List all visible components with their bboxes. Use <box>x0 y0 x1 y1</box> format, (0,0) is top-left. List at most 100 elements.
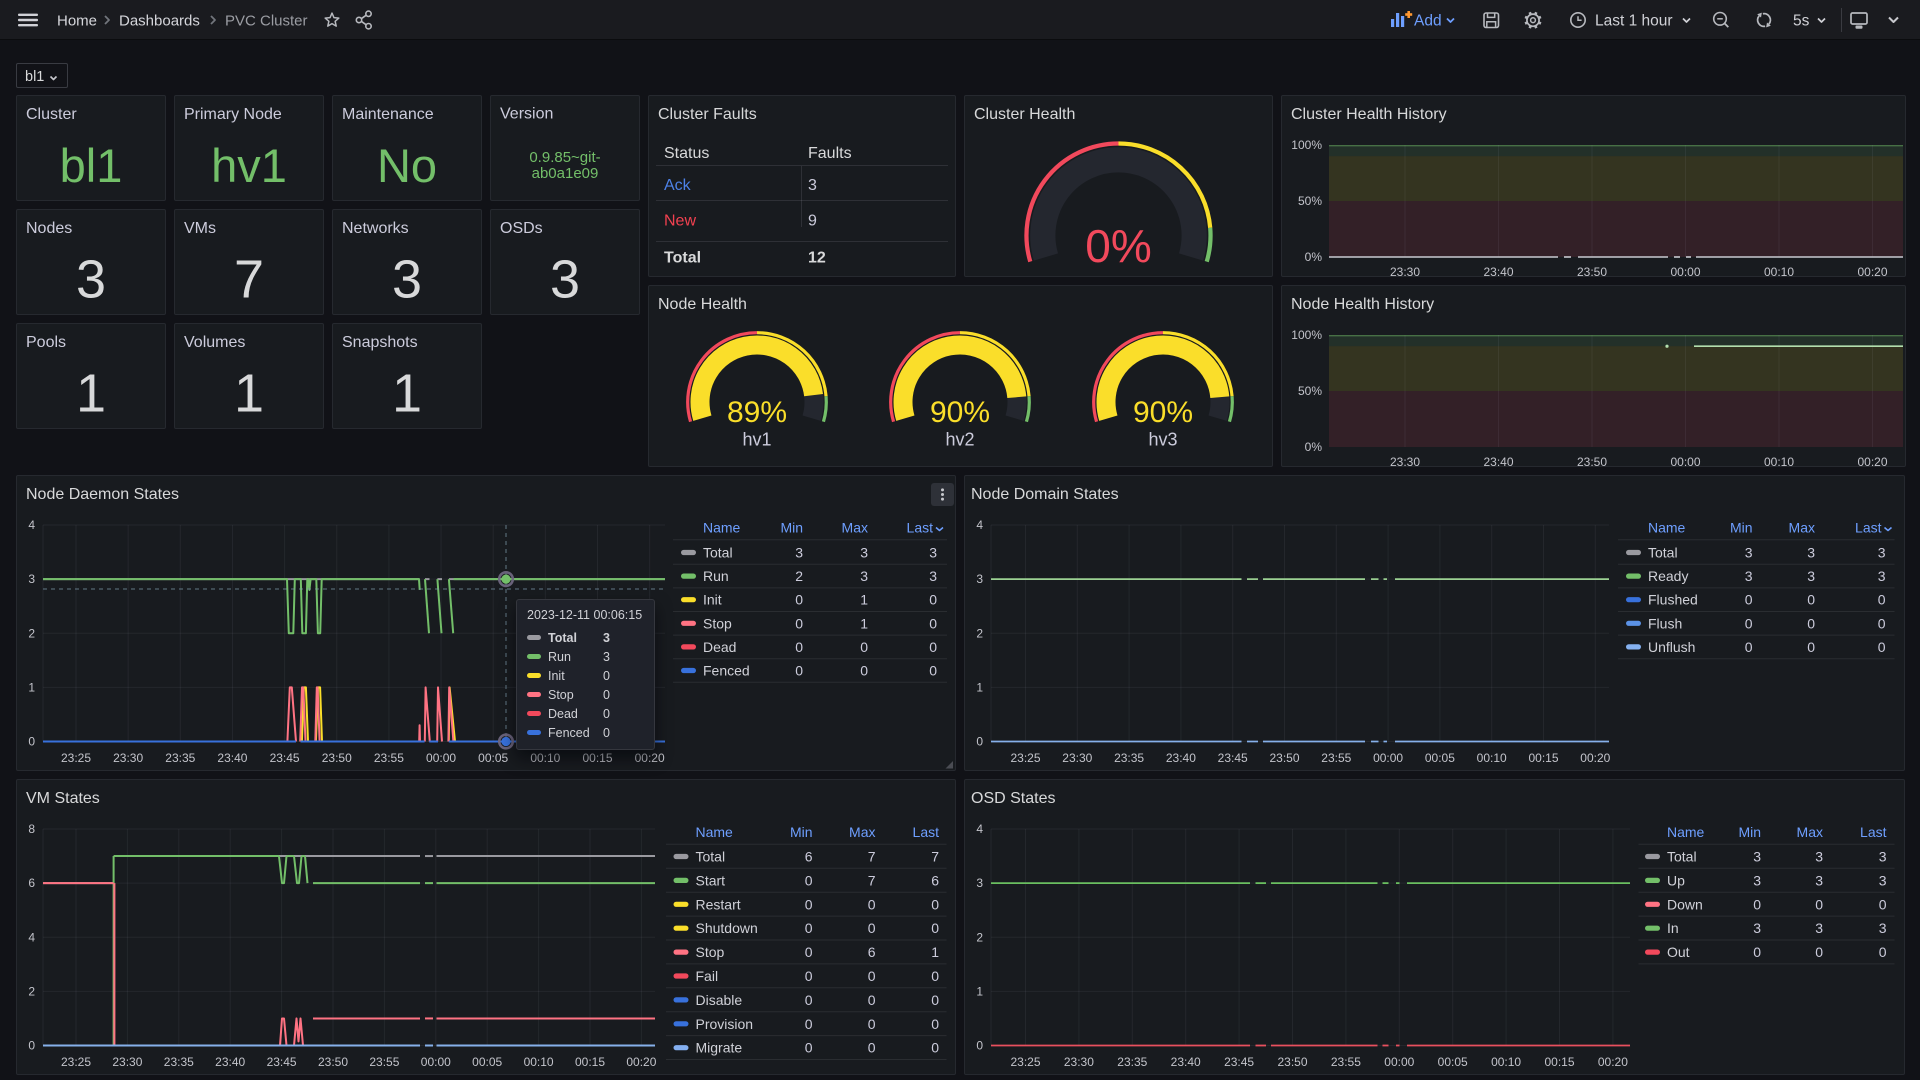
svg-text:Cluster Health History: Cluster Health History <box>1291 106 1447 123</box>
svg-text:0%: 0% <box>1305 250 1323 264</box>
svg-text:23:35: 23:35 <box>1117 1055 1147 1069</box>
svg-text:0: 0 <box>868 992 876 1008</box>
svg-text:Provision: Provision <box>696 1016 754 1032</box>
svg-text:23:25: 23:25 <box>1010 1055 1040 1069</box>
svg-text:23:45: 23:45 <box>1218 751 1248 765</box>
svg-text:0: 0 <box>1878 615 1886 631</box>
svg-text:3: 3 <box>1745 545 1753 561</box>
svg-text:1: 1 <box>76 364 106 424</box>
svg-text:1: 1 <box>860 592 868 608</box>
svg-text:Start: Start <box>696 872 726 888</box>
svg-text:hv1: hv1 <box>211 139 287 192</box>
svg-text:1: 1 <box>976 680 983 694</box>
svg-text:0: 0 <box>931 920 939 936</box>
svg-text:6: 6 <box>28 876 35 890</box>
svg-text:00:15: 00:15 <box>582 751 612 765</box>
svg-text:3: 3 <box>860 568 868 584</box>
svg-text:23:40: 23:40 <box>217 751 247 765</box>
svg-text:5s: 5s <box>1793 13 1810 30</box>
svg-text:Down: Down <box>1667 896 1703 912</box>
svg-text:0: 0 <box>868 1040 876 1056</box>
svg-text:23:30: 23:30 <box>1390 455 1420 469</box>
svg-text:23:30: 23:30 <box>1062 751 1092 765</box>
svg-text:00:20: 00:20 <box>1598 1055 1628 1069</box>
svg-text:Min: Min <box>1738 824 1761 840</box>
svg-text:Node Health History: Node Health History <box>1291 296 1434 313</box>
svg-text:New: New <box>664 213 696 230</box>
svg-text:VM States: VM States <box>26 790 100 807</box>
svg-text:0: 0 <box>1878 639 1886 655</box>
svg-text:2: 2 <box>28 984 35 998</box>
svg-text:3: 3 <box>976 572 983 586</box>
svg-text:Nodes: Nodes <box>26 220 72 237</box>
svg-text:12: 12 <box>808 250 826 267</box>
svg-text:0.9.85~git-: 0.9.85~git- <box>529 149 600 166</box>
svg-text:0: 0 <box>929 639 937 655</box>
svg-text:50%: 50% <box>1298 384 1322 398</box>
svg-text:23:50: 23:50 <box>1277 1055 1307 1069</box>
svg-text:00:05: 00:05 <box>472 1055 502 1069</box>
svg-text:0: 0 <box>795 639 803 655</box>
svg-text:Last 1 hour: Last 1 hour <box>1595 13 1673 30</box>
svg-text:0: 0 <box>1879 896 1887 912</box>
svg-text:3: 3 <box>795 545 803 561</box>
svg-text:Node Domain States: Node Domain States <box>971 486 1119 503</box>
svg-text:2: 2 <box>976 930 983 944</box>
svg-text:23:45: 23:45 <box>1224 1055 1254 1069</box>
svg-text:Max: Max <box>1789 520 1815 536</box>
svg-text:Last: Last <box>913 824 940 840</box>
svg-text:4: 4 <box>28 930 35 944</box>
svg-text:23:40: 23:40 <box>1171 1055 1201 1069</box>
svg-text:0: 0 <box>860 639 868 655</box>
svg-text:Cluster: Cluster <box>26 106 77 123</box>
svg-text:6: 6 <box>868 944 876 960</box>
svg-text:00:20: 00:20 <box>1580 751 1610 765</box>
svg-text:Last: Last <box>1860 824 1887 840</box>
svg-text:hv1: hv1 <box>742 430 771 450</box>
svg-text:3: 3 <box>28 572 35 586</box>
svg-text:23:35: 23:35 <box>1114 751 1144 765</box>
svg-text:23:35: 23:35 <box>164 1055 194 1069</box>
svg-text:VMs: VMs <box>184 220 216 237</box>
svg-text:Shutdown: Shutdown <box>696 920 758 936</box>
svg-text:00:20: 00:20 <box>626 1055 656 1069</box>
svg-text:Min: Min <box>1730 520 1753 536</box>
svg-text:1: 1 <box>392 364 422 424</box>
svg-text:50%: 50% <box>1298 194 1322 208</box>
svg-text:00:10: 00:10 <box>1477 751 1507 765</box>
svg-text:0: 0 <box>931 1016 939 1032</box>
svg-text:3: 3 <box>1745 568 1753 584</box>
svg-text:0: 0 <box>805 992 813 1008</box>
svg-text:23:40: 23:40 <box>1483 265 1513 279</box>
svg-text:00:10: 00:10 <box>1491 1055 1521 1069</box>
svg-text:2: 2 <box>976 626 983 640</box>
svg-text:00:00: 00:00 <box>1670 455 1700 469</box>
svg-text:00:10: 00:10 <box>1764 455 1794 469</box>
svg-text:Restart: Restart <box>696 896 741 912</box>
svg-text:3: 3 <box>550 250 580 310</box>
svg-text:0: 0 <box>931 1040 939 1056</box>
svg-text:23:35: 23:35 <box>165 751 195 765</box>
svg-text:3: 3 <box>1815 920 1823 936</box>
svg-text:0: 0 <box>1815 944 1823 960</box>
svg-text:Flushed: Flushed <box>1648 592 1698 608</box>
svg-text:0: 0 <box>931 968 939 984</box>
svg-text:0: 0 <box>1878 592 1886 608</box>
svg-text:0: 0 <box>1745 592 1753 608</box>
svg-text:0: 0 <box>28 1039 35 1053</box>
svg-text:Stop: Stop <box>696 944 725 960</box>
svg-text:0: 0 <box>976 735 983 749</box>
svg-text:Max: Max <box>842 520 868 536</box>
svg-text:Out: Out <box>1667 944 1690 960</box>
svg-text:1: 1 <box>28 680 35 694</box>
svg-text:00:20: 00:20 <box>1857 265 1887 279</box>
svg-text:0: 0 <box>805 872 813 888</box>
svg-text:bl1: bl1 <box>25 69 44 85</box>
svg-text:00:00: 00:00 <box>1384 1055 1414 1069</box>
svg-text:00:10: 00:10 <box>524 1055 554 1069</box>
svg-text:1: 1 <box>860 615 868 631</box>
svg-text:Run: Run <box>703 568 729 584</box>
svg-text:Total: Total <box>664 250 701 267</box>
svg-text:Total: Total <box>696 849 726 865</box>
svg-text:00:00: 00:00 <box>1373 751 1403 765</box>
